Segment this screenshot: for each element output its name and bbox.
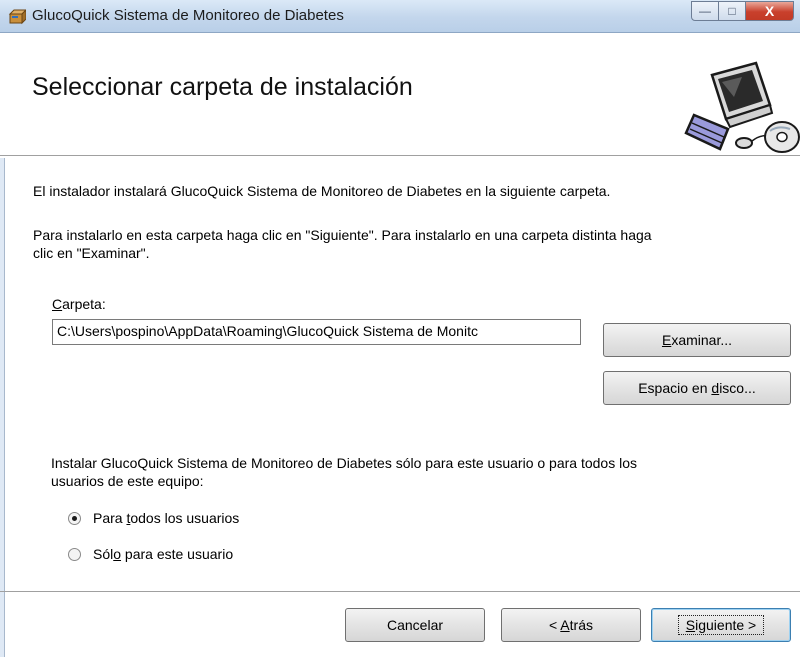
page-title: Seleccionar carpeta de instalación — [32, 73, 413, 101]
radio-me-post: para este usuario — [121, 546, 234, 562]
install-for-line-1: Instalar GlucoQuick Sistema de Monitoreo… — [51, 455, 637, 471]
next-focus-ring: Siguiente > — [677, 615, 765, 635]
installer-box-icon — [8, 9, 26, 25]
radio-selected-icon[interactable] — [68, 511, 81, 525]
disk-label-post: isco... — [719, 380, 756, 396]
back-post: trás — [569, 617, 593, 633]
maximize-icon: □ — [728, 4, 736, 18]
next-label: iguiente > — [695, 617, 757, 633]
minimize-icon: — — [699, 4, 711, 18]
radio-all-users-label: Para todos los usuarios — [93, 510, 239, 526]
close-button[interactable]: X — [746, 1, 794, 21]
disk-label-pre: Espacio en — [638, 380, 712, 396]
folder-path-input[interactable]: C:\Users\pospino\AppData\Roaming\GlucoQu… — [52, 319, 581, 345]
header-banner: Seleccionar carpeta de instalación — [0, 33, 800, 156]
intro-text: El instalador instalará GlucoQuick Siste… — [33, 183, 611, 199]
window-controls: — □ X — [691, 1, 794, 23]
browse-label: xaminar... — [671, 332, 733, 348]
radio-all-post: odos los usuarios — [130, 510, 240, 526]
minimize-button[interactable]: — — [691, 1, 719, 21]
back-pre: < — [549, 617, 561, 633]
radio-unselected-icon[interactable] — [68, 547, 81, 561]
footer-divider — [0, 591, 800, 592]
instructions-line-2: clic en "Examinar". — [33, 245, 150, 261]
folder-label-accelerator: C — [52, 296, 63, 312]
header-divider — [0, 155, 800, 158]
browse-accelerator: E — [661, 332, 672, 348]
cancel-button[interactable]: Cancelar — [345, 608, 485, 642]
folder-label: Carpeta: — [52, 296, 106, 312]
back-accelerator: A — [560, 617, 570, 633]
radio-all-users[interactable]: Para todos los usuarios — [68, 510, 239, 526]
computer-cd-icon — [684, 61, 800, 153]
install-for-line-2: usuarios de este equipo: — [51, 473, 204, 489]
window-title: GlucoQuick Sistema de Monitoreo de Diabe… — [32, 7, 344, 24]
title-bar[interactable]: GlucoQuick Sistema de Monitoreo de Diabe… — [0, 0, 800, 33]
next-button[interactable]: Siguiente > — [651, 608, 791, 642]
radio-this-user-label: Sólo para este usuario — [93, 546, 233, 562]
next-accelerator: S — [685, 617, 696, 633]
radio-me-accelerator: o — [113, 546, 122, 562]
disk-space-button[interactable]: Espacio en disco... — [603, 371, 791, 405]
maximize-button[interactable]: □ — [719, 1, 746, 21]
back-button[interactable]: < Atrás — [501, 608, 641, 642]
instructions-line-1: Para instalarlo en esta carpeta haga cli… — [33, 227, 652, 243]
browse-button[interactable]: Examinar... — [603, 323, 791, 357]
radio-me-pre: Sól — [93, 546, 114, 562]
radio-all-pre: Para — [93, 510, 127, 526]
radio-this-user[interactable]: Sólo para este usuario — [68, 546, 233, 562]
close-icon: X — [764, 3, 775, 19]
folder-label-text: arpeta: — [62, 296, 106, 312]
